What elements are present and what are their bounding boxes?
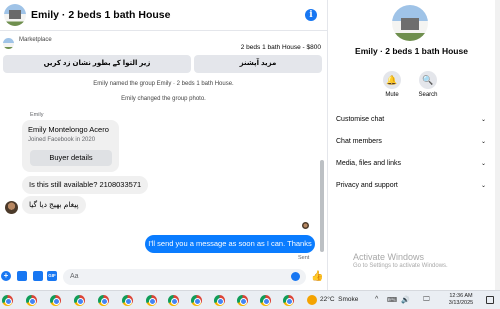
chat-pane: Emily · 2 beds 1 bath House i Marketplac… (0, 0, 327, 290)
activate-windows-watermark: Activate Windows Go to Settings to activ… (353, 252, 448, 269)
info-icon[interactable]: i (305, 9, 317, 21)
tray-overflow-icon[interactable]: ^ (375, 296, 378, 303)
incoming-message[interactable]: Is this still available? 2108033571 (22, 176, 149, 194)
gif-icon[interactable]: GIF (47, 271, 57, 281)
chrome-icon[interactable] (122, 295, 133, 306)
outgoing-message[interactable]: I'll send you a message as soon as I can… (145, 235, 315, 253)
window-scrollbar[interactable] (495, 0, 500, 290)
message-status: Sent (298, 255, 310, 261)
system-message: Emily named the group Emily · 2 beds 1 b… (93, 81, 234, 87)
search-icon: 🔍 (419, 71, 437, 89)
watermark-title: Activate Windows (353, 252, 425, 262)
watermark-subtitle: Go to Settings to activate Windows. (353, 263, 448, 269)
mute-label: Mute (385, 92, 399, 98)
sidebar-item-label: Chat members (336, 138, 382, 145)
chrome-icon[interactable] (214, 295, 225, 306)
sender-avatar[interactable] (5, 201, 18, 214)
buyer-details-button[interactable]: Buyer details (30, 150, 112, 166)
sender-name: Emily (30, 112, 44, 118)
chevron-down-icon: ⌄ (480, 161, 486, 167)
chat-header: Emily · 2 beds 1 bath House i (0, 0, 327, 31)
like-icon[interactable]: 👍 (311, 271, 323, 282)
incoming-message[interactable]: پیغام بھیج دیا گیا (22, 196, 86, 214)
sidebar-item-label: Customise chat (336, 116, 385, 123)
sidebar-item-media[interactable]: Media, files and links ⌄ (336, 157, 486, 171)
chrome-icon[interactable] (2, 295, 13, 306)
more-options-button[interactable]: مزید آپشنز (194, 55, 322, 73)
plus-icon[interactable]: + (1, 271, 11, 281)
messenger-window: Emily · 2 beds 1 bath House i Marketplac… (0, 0, 500, 290)
chrome-icon[interactable] (191, 295, 202, 306)
composer-bar: + GIF Aa 👍 (0, 266, 327, 288)
keyboard-icon[interactable]: ⌨ (387, 296, 397, 304)
marketplace-listing: Marketplace 2 beds 1 bath House - $800 ز… (0, 33, 327, 75)
weather-condition: Smoke (338, 296, 359, 303)
marketplace-label: Marketplace (19, 37, 52, 43)
chrome-icon[interactable] (283, 295, 294, 306)
chrome-icon[interactable] (146, 295, 157, 306)
notification-icon[interactable] (486, 296, 494, 304)
chrome-icon[interactable] (98, 295, 109, 306)
taskbar: 22°C Smoke ^ ⌨ 🔊 🖵 12:36 AM 3/13/2025 (0, 290, 500, 309)
sidebar-item-label: Media, files and links (336, 160, 401, 167)
details-sidebar: Emily · 2 beds 1 bath House 🔔 Mute 🔍 Sea… (328, 0, 495, 290)
message-input[interactable]: Aa (63, 269, 306, 285)
chrome-icon[interactable] (74, 295, 85, 306)
sidebar-item-customise-chat[interactable]: Customise chat ⌄ (336, 113, 486, 127)
listing-thumbnail[interactable] (3, 38, 14, 49)
listing-price[interactable]: 2 beds 1 bath House - $800 (241, 44, 321, 51)
chat-scrollbar[interactable] (320, 160, 324, 252)
weather-icon[interactable] (307, 295, 317, 305)
weather-text[interactable]: 22°C Smoke (320, 296, 358, 303)
mute-action[interactable]: 🔔 Mute (374, 71, 410, 98)
seen-avatar (302, 222, 309, 229)
group-photo[interactable] (392, 5, 428, 41)
clock-time: 12:36 AM (449, 293, 473, 299)
group-avatar[interactable] (4, 4, 26, 26)
chat-title[interactable]: Emily · 2 beds 1 bath House (31, 9, 170, 21)
bell-icon: 🔔 (383, 71, 401, 89)
chrome-icon[interactable] (260, 295, 271, 306)
temperature: 22°C (320, 296, 335, 303)
chrome-icon[interactable] (237, 295, 248, 306)
display-icon[interactable]: 🖵 (423, 296, 430, 304)
chrome-icon[interactable] (50, 295, 61, 306)
system-message: Emily changed the group photo. (121, 96, 206, 102)
buyer-joined: Joined Facebook in 2020 (28, 137, 96, 143)
search-action[interactable]: 🔍 Search (410, 71, 446, 98)
clock-date: 3/13/2025 (448, 300, 474, 306)
photo-icon[interactable] (17, 271, 27, 281)
search-label: Search (418, 92, 438, 98)
sidebar-item-privacy[interactable]: Privacy and support ⌄ (336, 179, 486, 193)
chevron-down-icon: ⌄ (480, 183, 486, 189)
chevron-down-icon: ⌄ (480, 139, 486, 145)
buyer-card: Emily Montelongo Acero Joined Facebook i… (22, 120, 119, 172)
chrome-icon[interactable] (26, 295, 37, 306)
buyer-name: Emily Montelongo Acero (28, 125, 109, 134)
sidebar-title: Emily · 2 beds 1 bath House (355, 46, 468, 56)
chevron-down-icon: ⌄ (480, 117, 486, 123)
emoji-icon[interactable] (291, 272, 300, 281)
sidebar-item-label: Privacy and support (336, 182, 398, 189)
mark-pending-button[interactable]: زیر التوا کے بطور نشان زد کریں (3, 55, 191, 73)
sidebar-item-chat-members[interactable]: Chat members ⌄ (336, 135, 486, 149)
chrome-icon[interactable] (168, 295, 179, 306)
volume-icon[interactable]: 🔊 (401, 296, 410, 304)
clock[interactable]: 12:36 AM 3/13/2025 (446, 293, 476, 307)
sticker-icon[interactable] (33, 271, 43, 281)
